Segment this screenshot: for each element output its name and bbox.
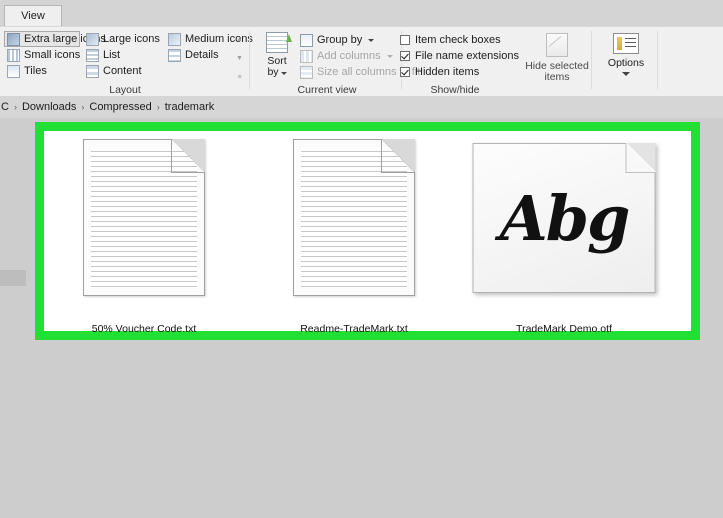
checkbox-label: Item check boxes — [415, 34, 501, 46]
layout-option-details[interactable]: Details — [165, 47, 241, 63]
group-by-icon — [300, 34, 313, 47]
layout-column-3: Medium icons Details — [165, 31, 241, 63]
sort-icon — [266, 32, 288, 53]
layout-option-extra-large-icons[interactable]: Extra large icons — [4, 31, 80, 47]
chevron-right-icon: › — [14, 102, 17, 112]
file-item[interactable]: Abg TradeMark Demo.otf — [469, 139, 659, 335]
checkbox-hidden-items[interactable]: Hidden items — [400, 64, 519, 80]
group-label-show-hide: Show/hide — [390, 84, 520, 96]
options-label: Options — [608, 58, 644, 69]
layout-option-list[interactable]: List — [83, 47, 163, 63]
checkbox-label: Hidden items — [415, 66, 479, 78]
hide-selected-label-line2: items — [544, 71, 569, 83]
file-item[interactable]: 50% Voucher Code.txt — [49, 139, 239, 335]
layout-scroll-buttons[interactable]: ▲ ▼ ≡ — [233, 32, 246, 84]
breadcrumb-item-compressed[interactable]: Compressed — [89, 101, 151, 113]
sort-by-label: Sort by — [267, 56, 286, 78]
file-name-label: TradeMark Demo.otf — [469, 323, 659, 335]
file-name-label: Readme-TradeMark.txt — [259, 323, 449, 335]
breadcrumb: C › Downloads › Compressed › trademark — [0, 96, 214, 118]
layout-option-small-icons[interactable]: Small icons — [4, 47, 80, 63]
sort-by-button[interactable]: Sort by — [260, 31, 294, 83]
ribbon: Extra large icons Small icons Tiles Larg… — [0, 26, 723, 98]
document-fold-icon — [626, 143, 656, 173]
layout-option-content[interactable]: Content — [83, 63, 163, 79]
address-bar: C › Downloads › Compressed › trademark — [0, 96, 723, 118]
layout-option-label: Large icons — [103, 33, 160, 45]
file-list-highlight: 50% Voucher Code.txt Readme-TradeMark.tx… — [35, 122, 700, 340]
checkbox-item-check-boxes[interactable]: Item check boxes — [400, 32, 519, 48]
checkbox-icon[interactable] — [400, 35, 410, 45]
group-label-current-view: Current view — [252, 84, 402, 96]
checkbox-checked-icon[interactable] — [400, 67, 410, 77]
list-icon — [86, 49, 99, 62]
group-label-layout: Layout — [0, 84, 250, 96]
ribbon-group-options: Options — [594, 27, 658, 97]
tiles-icon — [7, 65, 20, 78]
chevron-down-icon — [281, 72, 287, 75]
chevron-right-icon: › — [157, 102, 160, 112]
options-icon — [613, 33, 639, 54]
content-icon — [86, 65, 99, 78]
layout-option-label: Small icons — [24, 49, 80, 61]
hide-selected-items-button[interactable]: Hide selected items — [522, 33, 592, 83]
hide-selected-label: Hide selected items — [525, 61, 589, 83]
checkbox-label: File name extensions — [415, 50, 519, 62]
ribbon-group-hide-selected: Hide selected items — [522, 27, 592, 97]
group-divider — [657, 31, 658, 89]
group-by-label: Group by — [317, 34, 362, 46]
checkbox-file-name-extensions[interactable]: File name extensions — [400, 48, 519, 64]
scroll-down-icon[interactable]: ▼ — [233, 51, 246, 65]
layout-column-1: Extra large icons Small icons Tiles — [4, 31, 80, 79]
ribbon-group-layout: Extra large icons Small icons Tiles Larg… — [0, 27, 250, 97]
extra-large-icons-icon — [7, 33, 20, 46]
navigation-pane-stub — [0, 270, 26, 286]
sort-by-label-line2: by — [267, 66, 278, 78]
breadcrumb-item-downloads[interactable]: Downloads — [22, 101, 76, 113]
document-fold-icon — [381, 139, 415, 173]
group-divider — [591, 31, 592, 89]
show-hide-checkbox-list: Item check boxes File name extensions Hi… — [400, 32, 519, 80]
font-file-icon: Abg — [473, 143, 656, 293]
text-document-icon — [83, 139, 205, 296]
chevron-down-icon — [368, 39, 374, 42]
layout-option-tiles[interactable]: Tiles — [4, 63, 80, 79]
ribbon-group-show-hide: Item check boxes File name extensions Hi… — [390, 27, 520, 97]
layout-option-medium-icons[interactable]: Medium icons — [165, 31, 241, 47]
chevron-down-icon[interactable] — [622, 72, 630, 76]
layout-column-2: Large icons List Content — [83, 31, 163, 79]
add-columns-icon — [300, 50, 313, 63]
text-document-icon — [293, 139, 415, 296]
layout-option-label: Details — [185, 49, 219, 61]
scroll-more-icon[interactable]: ≡ — [233, 70, 246, 84]
file-name-label: 50% Voucher Code.txt — [49, 323, 239, 335]
size-columns-icon — [300, 66, 313, 79]
file-explorer-window: View Extra large icons Small icons Tiles — [0, 0, 723, 518]
medium-icons-icon — [168, 33, 181, 46]
hide-selected-icon — [546, 33, 568, 57]
large-icons-icon — [86, 33, 99, 46]
add-columns-label: Add columns — [317, 50, 381, 62]
layout-option-label: List — [103, 49, 120, 61]
layout-option-large-icons[interactable]: Large icons — [83, 31, 163, 47]
breadcrumb-item-drive[interactable]: C — [1, 101, 9, 113]
tab-view[interactable]: View — [4, 5, 62, 26]
file-list: 50% Voucher Code.txt Readme-TradeMark.tx… — [44, 131, 691, 331]
layout-option-label: Tiles — [24, 65, 47, 77]
group-divider — [249, 31, 250, 89]
breadcrumb-item-trademark[interactable]: trademark — [165, 101, 215, 113]
ribbon-tab-strip: View — [0, 0, 723, 26]
small-icons-icon — [7, 49, 20, 62]
chevron-right-icon: › — [81, 102, 84, 112]
details-icon — [168, 49, 181, 62]
layout-option-label: Content — [103, 65, 142, 77]
file-item[interactable]: Readme-TradeMark.txt — [259, 139, 449, 335]
checkbox-checked-icon[interactable] — [400, 51, 410, 61]
document-fold-icon — [171, 139, 205, 173]
ribbon-group-current-view: Sort by Group by Add columns Size all — [252, 27, 402, 97]
scroll-up-icon[interactable]: ▲ — [233, 32, 246, 46]
options-button[interactable]: Options — [594, 33, 658, 76]
